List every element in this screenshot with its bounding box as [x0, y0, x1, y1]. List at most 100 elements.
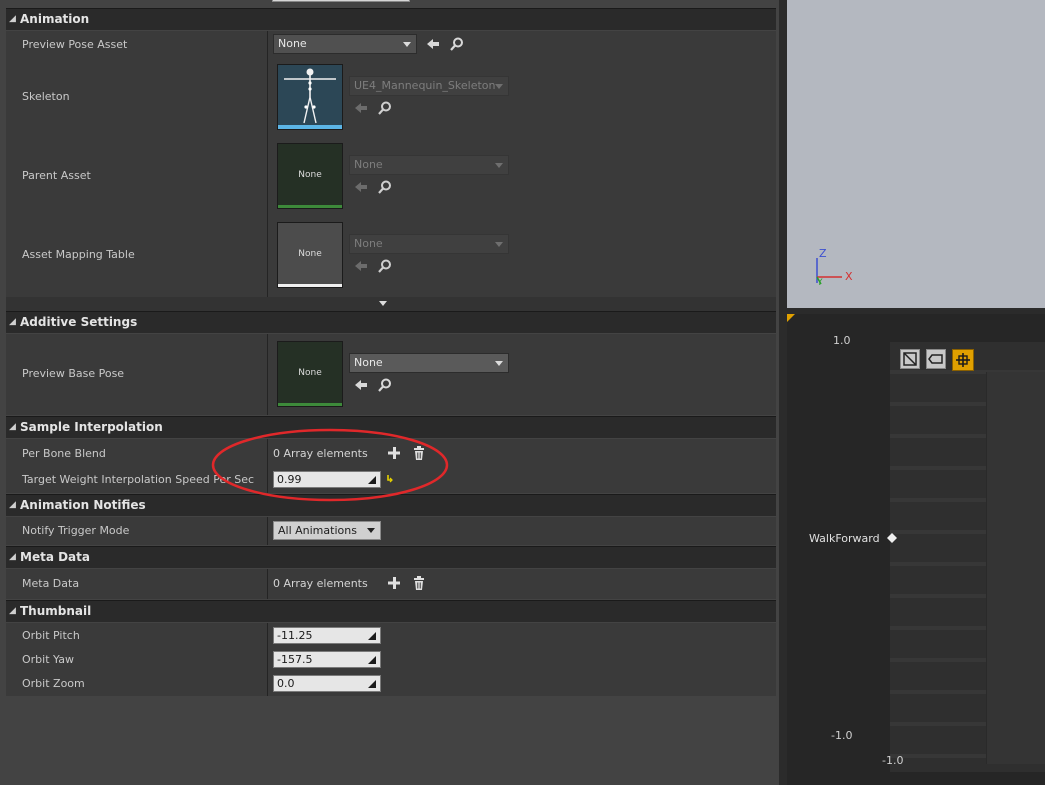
orbit-yaw-label: Orbit Yaw [22, 653, 74, 666]
orbit-pitch-input[interactable]: -11.25 [273, 627, 381, 644]
column-divider [267, 334, 268, 415]
asset-type-stripe [278, 403, 342, 406]
preview-base-pose-thumbnail[interactable]: None [277, 341, 343, 407]
browse-search-icon[interactable] [377, 258, 393, 274]
collapse-arrow-icon: ◢ [9, 606, 16, 616]
browse-search-icon[interactable] [377, 377, 393, 393]
skeleton-value: UE4_Mannequin_Skeleton [354, 79, 496, 92]
chevron-down-icon [495, 163, 503, 168]
details-panel: ◢ Animation Preview Pose Asset None Skel… [0, 0, 779, 785]
sample-point-icon[interactable] [887, 533, 897, 543]
blendspace-graph[interactable]: 1.0 -1.0 -1.0 WalkForward [787, 314, 1045, 785]
previous-field[interactable] [272, 0, 410, 2]
category-title: Thumbnail [20, 604, 92, 618]
meta-data-label: Meta Data [22, 577, 80, 590]
advanced-expander[interactable] [6, 297, 776, 311]
move-tool-button[interactable] [952, 349, 974, 371]
use-selected-arrow-icon[interactable] [425, 36, 441, 52]
asset-mapping-combo[interactable]: None [349, 234, 509, 254]
category-meta-data[interactable]: ◢ Meta Data [6, 546, 776, 568]
collapse-arrow-icon: ◢ [9, 422, 16, 432]
drag-resize-icon [368, 680, 376, 688]
drag-resize-icon [368, 632, 376, 640]
notify-trigger-mode-label: Notify Trigger Mode [22, 524, 130, 537]
use-selected-arrow-icon[interactable] [353, 100, 369, 116]
preview-pose-value: None [278, 37, 307, 50]
trash-icon[interactable] [411, 575, 427, 591]
column-divider [267, 623, 268, 696]
collapse-arrow-icon: ◢ [9, 552, 16, 562]
preview-viewport[interactable]: Z X Y [787, 0, 1045, 308]
asset-type-stripe [278, 284, 342, 287]
thumbnail-rows [6, 623, 776, 696]
parent-asset-value: None [354, 158, 383, 171]
category-title: Meta Data [20, 550, 90, 564]
use-selected-arrow-icon[interactable] [353, 179, 369, 195]
thumbnail-text: None [298, 170, 322, 180]
category-title: Animation [20, 12, 90, 26]
orbit-yaw-value: -157.5 [277, 653, 313, 666]
viewport-axis-gizmo [816, 258, 842, 285]
panel-corner-icon [787, 314, 795, 322]
skeleton-combo[interactable]: UE4_Mannequin_Skeleton [349, 76, 509, 96]
skeleton-thumbnail[interactable] [277, 64, 343, 130]
details-scrollbar[interactable] [779, 0, 787, 785]
label-tool-icon [928, 354, 943, 364]
expand-advanced-icon [379, 301, 387, 306]
move-tool-icon [956, 353, 970, 367]
preview-pose-label: Preview Pose Asset [22, 38, 128, 51]
preview-pose-combo[interactable]: None [273, 34, 417, 54]
preview-base-pose-value: None [354, 356, 383, 369]
preview-base-pose-combo[interactable]: None [349, 353, 509, 373]
use-selected-arrow-icon[interactable] [353, 258, 369, 274]
column-divider [267, 517, 268, 545]
orbit-yaw-input[interactable]: -157.5 [273, 651, 381, 668]
drag-resize-icon [368, 656, 376, 664]
category-title: Animation Notifies [20, 498, 146, 512]
browse-search-icon[interactable] [377, 100, 393, 116]
browse-search-icon[interactable] [377, 179, 393, 195]
browse-search-icon[interactable] [449, 36, 465, 52]
chevron-down-icon [495, 361, 503, 366]
collapse-arrow-icon: ◢ [9, 500, 16, 510]
axis-z-label: Z [819, 247, 827, 260]
select-tool-icon [903, 352, 917, 366]
grid-column [986, 372, 1045, 764]
notify-trigger-mode-value: All Animations [278, 524, 357, 537]
axis-x-label: X [845, 270, 853, 283]
orbit-pitch-value: -11.25 [277, 629, 313, 642]
category-title: Sample Interpolation [20, 420, 163, 434]
orbit-pitch-label: Orbit Pitch [22, 629, 80, 642]
skeleton-label: Skeleton [22, 90, 70, 103]
add-element-icon[interactable] [386, 575, 402, 591]
parent-asset-combo[interactable]: None [349, 155, 509, 175]
thumbnail-text: None [298, 368, 322, 378]
orbit-zoom-input[interactable]: 0.0 [273, 675, 381, 692]
graph-grid[interactable] [890, 342, 1045, 772]
asset-mapping-label: Asset Mapping Table [22, 248, 135, 261]
y-axis-max-label: 1.0 [833, 334, 851, 347]
thumbnail-text: None [298, 249, 322, 259]
meta-data-value: 0 Array elements [273, 577, 368, 590]
asset-mapping-thumbnail[interactable]: None [277, 222, 343, 288]
column-divider [267, 569, 268, 599]
x-axis-min-label: -1.0 [882, 754, 904, 767]
category-animation[interactable]: ◢ Animation [6, 8, 776, 30]
notify-trigger-mode-combo[interactable]: All Animations [273, 521, 381, 540]
parent-asset-thumbnail[interactable]: None [277, 143, 343, 209]
column-divider [267, 31, 268, 297]
select-tool-button[interactable] [900, 349, 920, 369]
orbit-zoom-value: 0.0 [277, 677, 295, 690]
orbit-zoom-label: Orbit Zoom [22, 677, 85, 690]
asset-type-stripe [278, 205, 342, 208]
category-thumbnail[interactable]: ◢ Thumbnail [6, 600, 776, 622]
skeleton-figure-icon [278, 65, 342, 129]
use-selected-arrow-icon[interactable] [353, 377, 369, 393]
collapse-arrow-icon: ◢ [9, 317, 16, 327]
parent-asset-label: Parent Asset [22, 169, 91, 182]
grid-tool-button[interactable] [926, 349, 946, 369]
category-additive-settings[interactable]: ◢ Additive Settings [6, 311, 776, 333]
per-bone-blend-label: Per Bone Blend [22, 447, 106, 460]
preview-base-pose-label: Preview Base Pose [22, 367, 125, 380]
collapse-arrow-icon: ◢ [9, 14, 16, 24]
